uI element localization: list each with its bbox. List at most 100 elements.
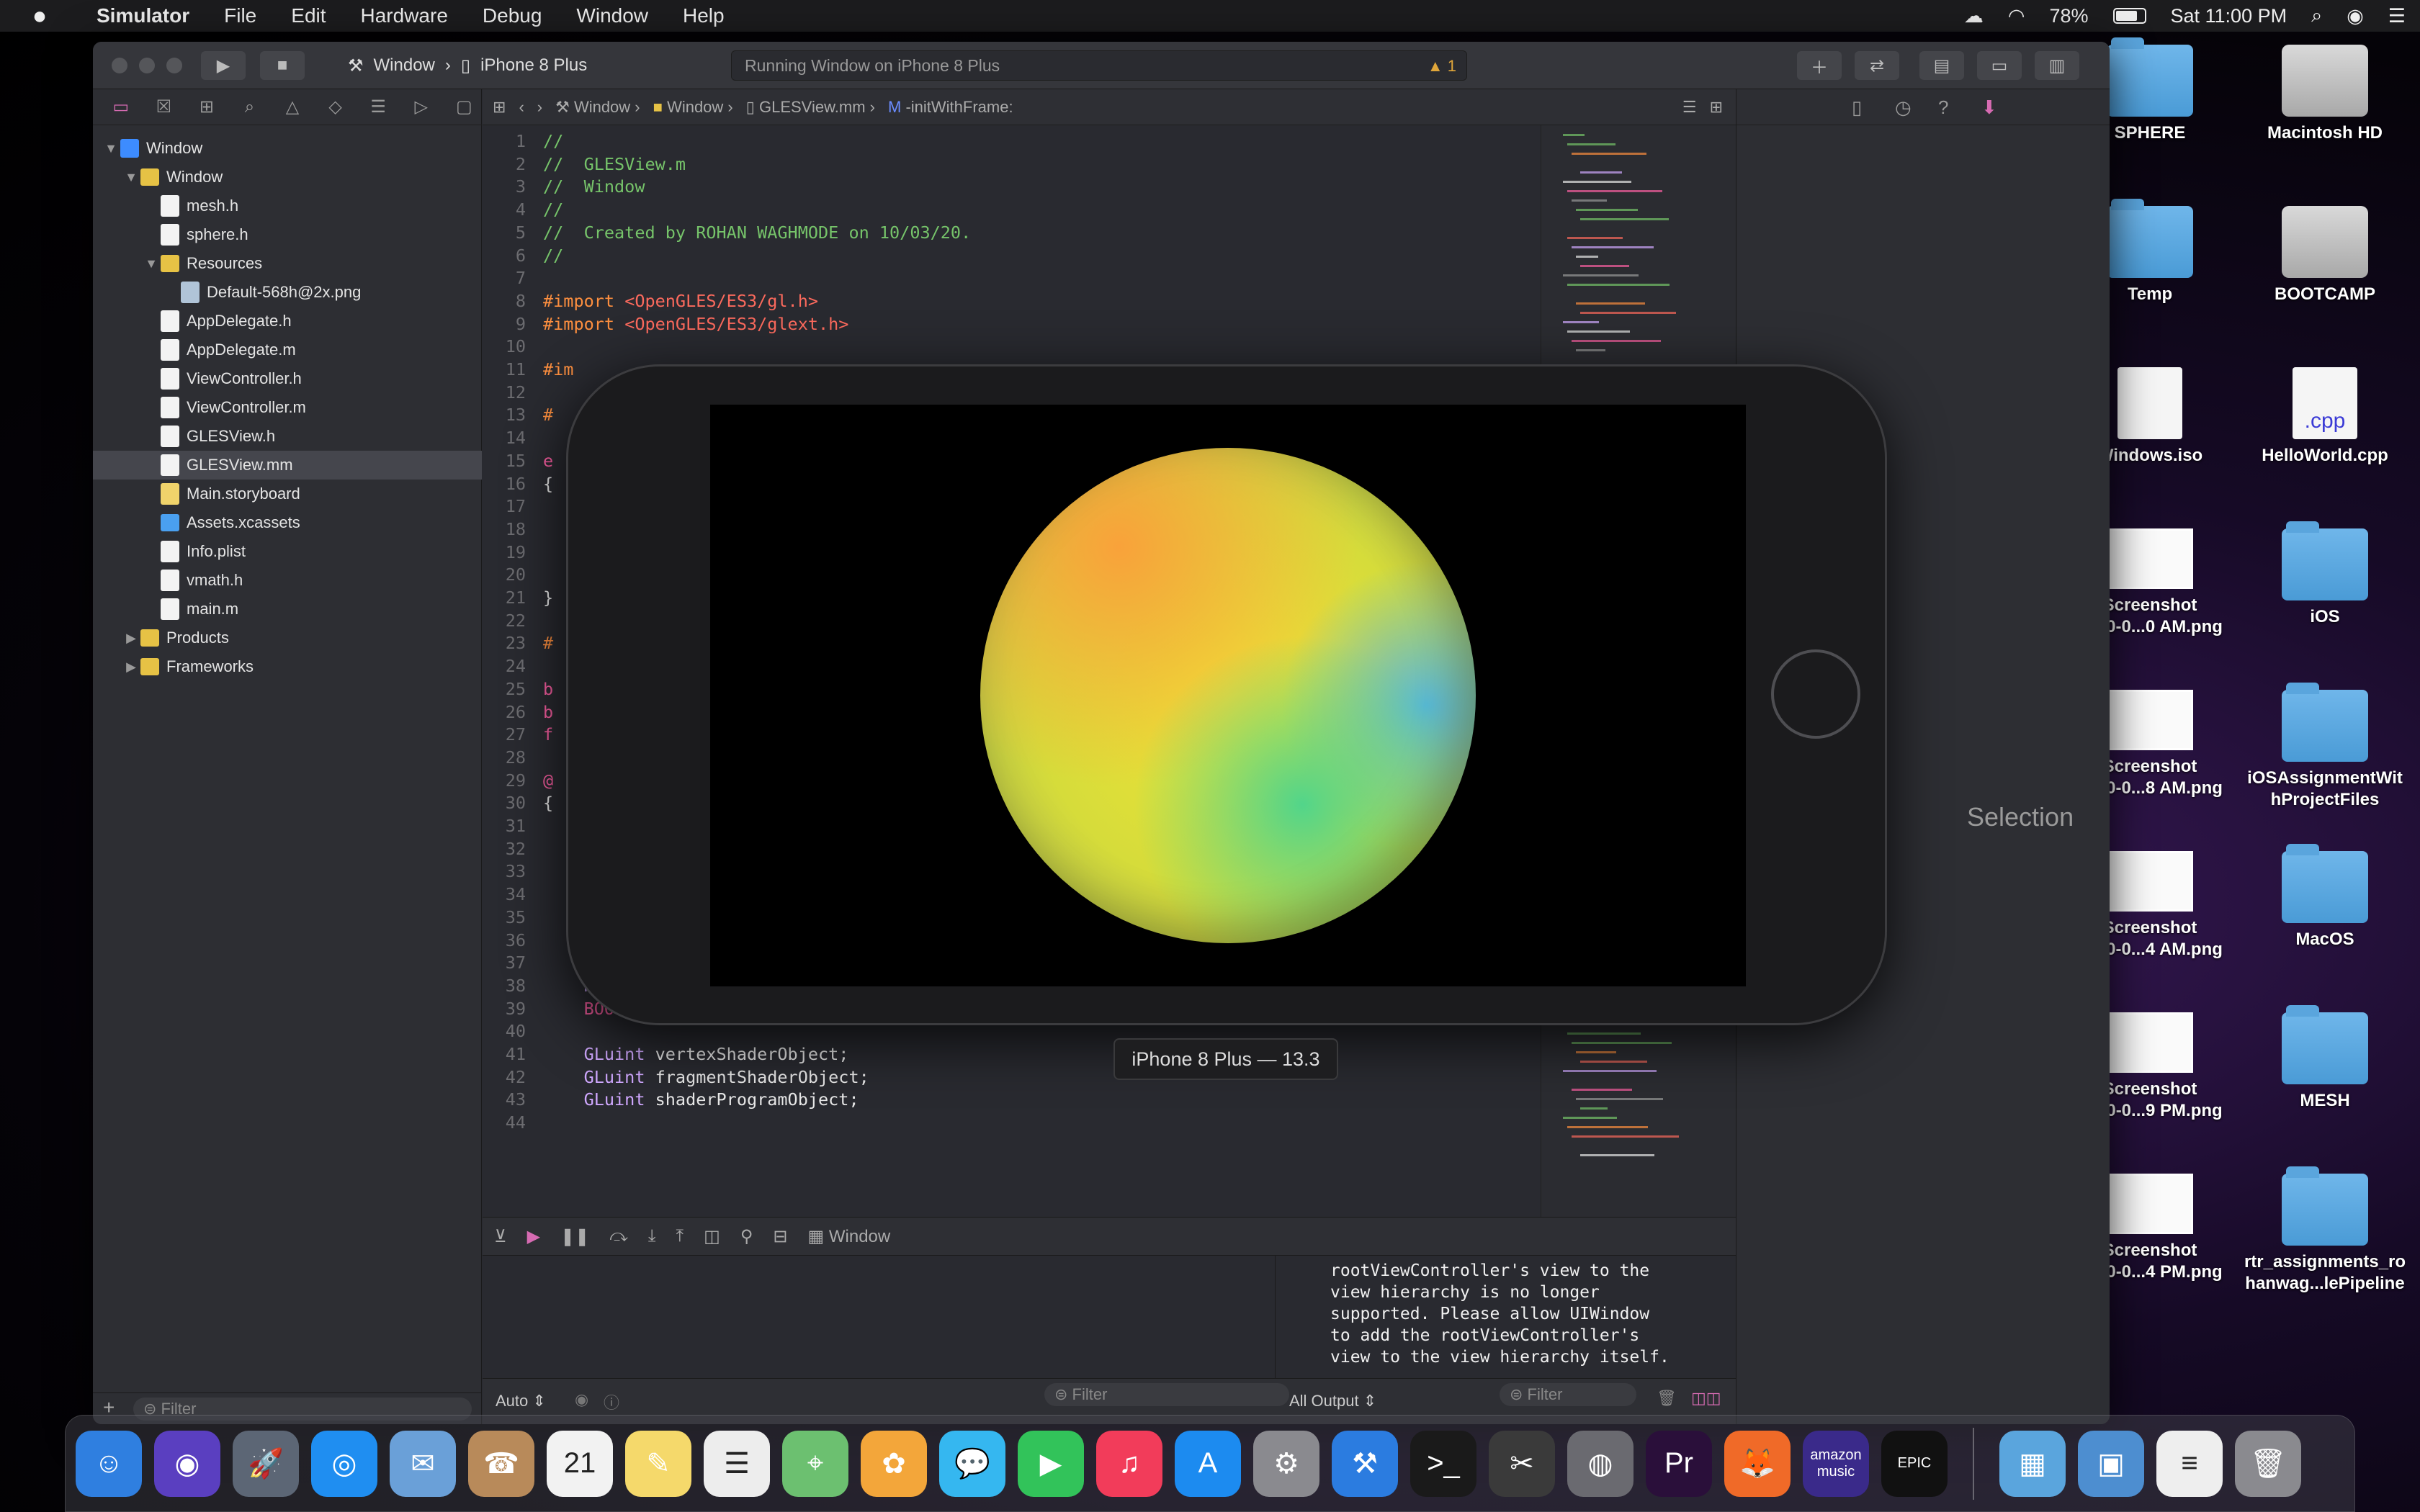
desktop-icon[interactable]: Macintosh HD (2238, 45, 2411, 144)
calendar-icon[interactable]: 21 (547, 1430, 613, 1497)
step-out-icon[interactable]: ⤒ (676, 1226, 684, 1246)
disclosure-open-icon[interactable]: ▼ (142, 256, 161, 271)
notification-center-icon[interactable]: ☰ (2388, 5, 2406, 27)
menu-file[interactable]: File (207, 4, 274, 27)
code-line[interactable]: // GLESView.m (543, 154, 686, 174)
menu-app-name[interactable]: Simulator (79, 4, 207, 27)
code-line[interactable]: b (543, 679, 553, 699)
environment-overrides-icon[interactable]: ⊟ (773, 1226, 787, 1247)
code-line[interactable]: # (543, 405, 553, 425)
file-tree-item[interactable]: Assets.xcassets (93, 508, 482, 537)
file-tree-item[interactable]: ▶ Products (93, 624, 482, 652)
desktop-icon[interactable]: MESH (2238, 1005, 2411, 1112)
related-items-icon[interactable]: ☰ (1682, 98, 1697, 117)
auto-variables-menu[interactable]: Auto ⇕ (496, 1392, 546, 1410)
step-over-icon[interactable]: ⤼ (609, 1226, 628, 1246)
notes-icon[interactable]: ✎ (625, 1430, 691, 1497)
simulator-screen[interactable] (710, 405, 1746, 986)
breadcrumb-method[interactable]: M -initWithFrame: (888, 98, 1013, 117)
file-tree-item[interactable]: ViewController.h (93, 364, 482, 393)
stop-button[interactable]: ■ (260, 51, 305, 80)
reminders-icon[interactable]: ☰ (704, 1430, 770, 1497)
code-line[interactable]: GLuint vertexShaderObject; (543, 1044, 849, 1064)
siri-icon[interactable]: ◉ (2347, 5, 2364, 27)
finder-icon[interactable]: ☺ (76, 1430, 142, 1497)
file-tree-item[interactable]: Default-568h@2x.png (93, 278, 482, 307)
code-line[interactable]: // (543, 199, 563, 220)
desktop-icon[interactable]: BOOTCAMP (2238, 206, 2411, 305)
code-line[interactable]: } (543, 588, 553, 608)
toggle-inspector-button[interactable]: ▥ (2035, 51, 2079, 80)
console-output[interactable]: rootViewController's view to the view hi… (1275, 1256, 1736, 1378)
test-icon[interactable]: ◇ (318, 96, 354, 117)
menu-window[interactable]: Window (559, 4, 666, 27)
music-icon[interactable]: ♫ (1096, 1430, 1162, 1497)
file-tree-item[interactable]: Info.plist (93, 537, 482, 566)
code-line[interactable]: // (543, 131, 563, 151)
file-tree-item[interactable]: AppDelegate.m (93, 336, 482, 364)
memory-graph-icon[interactable]: ⚲ (740, 1226, 753, 1247)
hide-debug-icon[interactable]: ⊻ (494, 1226, 507, 1247)
disclosure-open-icon[interactable]: ▼ (122, 170, 140, 185)
file-tree-item[interactable]: Main.storyboard (93, 480, 482, 508)
file-tree-item[interactable]: vmath.h (93, 566, 482, 595)
breakpoints-toggle-icon[interactable]: ▶ (527, 1226, 540, 1247)
file-tree-item[interactable]: GLESView.mm (93, 451, 482, 480)
disclosure-closed-icon[interactable]: ▶ (122, 660, 140, 675)
safari-icon[interactable]: ◎ (311, 1430, 377, 1497)
epic-games-icon[interactable]: EPIC (1881, 1430, 1948, 1497)
code-line[interactable]: #import <OpenGLES/ES3/glext.h> (543, 314, 848, 334)
launchpad-icon[interactable]: 🚀 (233, 1430, 299, 1497)
file-tree-item[interactable]: GLESView.h (93, 422, 482, 451)
split-editor-icon[interactable]: ⊞ (1710, 98, 1723, 117)
zoom-window-button[interactable] (166, 58, 182, 73)
preview-icon[interactable]: ▣ (2078, 1430, 2144, 1497)
code-line[interactable]: @ (543, 770, 553, 791)
file-tree-item[interactable]: mesh.h (93, 192, 482, 220)
battery-percent[interactable]: 78% (2049, 5, 2088, 27)
textedit-doc-icon[interactable]: ≡ (2156, 1430, 2223, 1497)
symbol-icon[interactable]: ⊞ (189, 96, 225, 117)
toggle-navigator-button[interactable]: ▤ (1919, 51, 1964, 80)
file-tree-item[interactable]: ViewController.m (93, 393, 482, 422)
breadcrumb-group[interactable]: ■ Window › (653, 98, 733, 117)
library-button[interactable]: ＋ (1797, 51, 1842, 80)
code-line[interactable]: e (543, 451, 553, 471)
code-line[interactable]: #im (543, 359, 573, 379)
source-control-icon[interactable]: ☒ (146, 96, 182, 117)
desktop-icon[interactable]: .cpp HelloWorld.cpp (2238, 367, 2411, 467)
code-line[interactable]: // (543, 246, 563, 266)
back-icon[interactable]: ‹ (519, 98, 524, 117)
battery-icon[interactable] (2112, 8, 2146, 24)
siri-icon[interactable]: ◉ (154, 1430, 220, 1497)
contacts-icon[interactable]: ☎ (468, 1430, 534, 1497)
mail-icon[interactable]: ✉ (390, 1430, 456, 1497)
menu-edit[interactable]: Edit (274, 4, 343, 27)
maps-icon[interactable]: ⌖ (782, 1430, 848, 1497)
photos-icon[interactable]: ✿ (861, 1430, 927, 1497)
warning-badge[interactable]: ▲ 1 (1428, 57, 1456, 76)
spotlight-search-icon[interactable]: ⌕ (2311, 4, 2322, 27)
xcode-icon[interactable]: ⚒ (1332, 1430, 1398, 1497)
grid-icon[interactable]: ⊞ (493, 98, 506, 117)
history-icon[interactable]: ◷ (1895, 96, 1912, 119)
apple-icon[interactable]: ● (0, 2, 79, 30)
breadcrumb-file[interactable]: ▯ GLESView.mm › (746, 98, 875, 117)
disclosure-closed-icon[interactable]: ▶ (122, 631, 140, 646)
menu-clock[interactable]: Sat 11:00 PM (2171, 5, 2287, 27)
desktop-icon[interactable]: iOSAssignmentWit hProjectFiles (2238, 683, 2411, 811)
amazon-music-icon[interactable]: amazon music (1803, 1430, 1869, 1497)
minimize-window-button[interactable] (139, 58, 155, 73)
file-tree-item[interactable]: ▼ Window (93, 134, 482, 163)
process-target[interactable]: ▦ Window (808, 1226, 891, 1247)
console-filter-field[interactable]: ⊜ Filter (1500, 1383, 1636, 1406)
wifi-icon[interactable]: ◠ (2008, 5, 2025, 27)
menu-hardware[interactable]: Hardware (344, 4, 465, 27)
file-tree-item[interactable]: sphere.h (93, 220, 482, 249)
desktop-icon[interactable]: iOS (2238, 521, 2411, 628)
attributes-icon[interactable]: ⬇ (1981, 96, 1997, 119)
disk-utility-icon[interactable]: ◍ (1567, 1430, 1634, 1497)
pause-icon[interactable]: ❚❚ (560, 1226, 589, 1247)
variables-filter-field[interactable]: ⊜ Filter (1044, 1383, 1289, 1406)
code-line[interactable]: { (543, 793, 553, 813)
